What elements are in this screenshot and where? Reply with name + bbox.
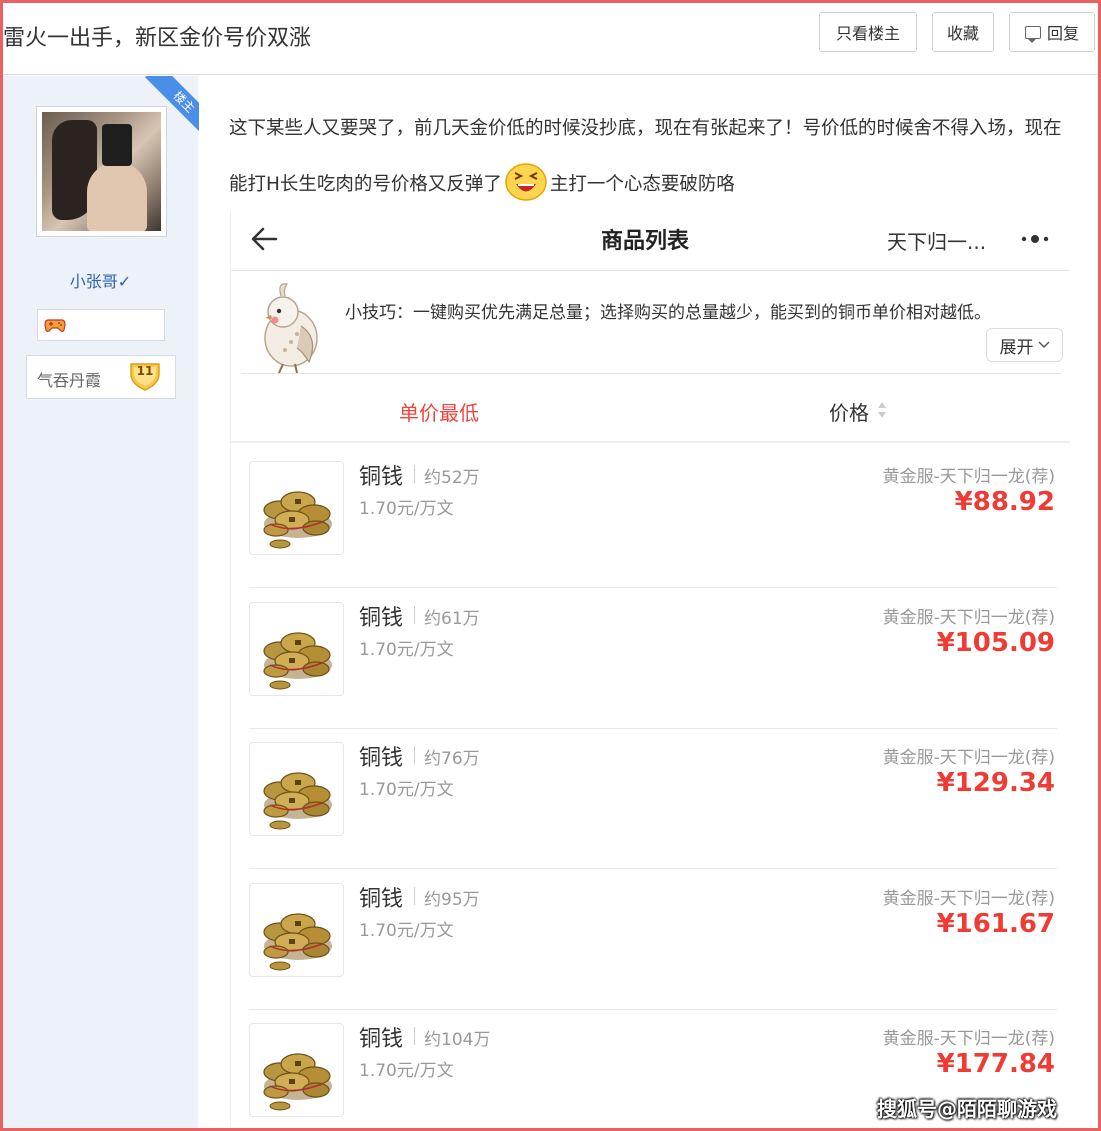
post-content: 这下某些人又要哭了，前几天金价低的时候没抄底，现在有张起来了！号价低的时候舍不得… — [229, 101, 1079, 213]
item-unit-price: 1.70元/万文 — [359, 1061, 454, 1081]
separator — [414, 746, 415, 764]
server-selector[interactable]: 天下归一... — [887, 226, 986, 255]
level-box: 气吞丹霞 11 — [26, 355, 176, 399]
separator — [414, 1027, 415, 1045]
sort-price-tab[interactable]: 价格 — [829, 397, 869, 426]
item-quantity: 约76万 — [424, 749, 480, 769]
item-unit-price: 1.70元/万文 — [359, 499, 454, 519]
item-unit-price: 1.70元/万文 — [359, 780, 454, 800]
reply-button[interactable]: 回复 — [1009, 12, 1095, 52]
list-item[interactable]: 铜钱 约61万 1.70元/万文 黄金服-天下归一龙(荐) ¥105.09 — [249, 588, 1057, 729]
item-name: 铜钱 — [359, 886, 404, 912]
watermark: 搜狐号@陌陌聊游戏 — [877, 1097, 1057, 1121]
post-text-2: 主打一个心态要破防咯 — [549, 174, 735, 195]
list-item[interactable]: 铜钱 约52万 1.70元/万文 黄金服-天下归一龙(荐) ¥88.92 — [249, 447, 1057, 588]
tip-banner: 小技巧：一键购买优先满足总量；选择购买的总量越少，能买到的铜币单价相对越低。 展… — [241, 274, 1063, 374]
list-item[interactable]: 铜钱 约95万 1.70元/万文 黄金服-天下归一龙(荐) ¥161.67 — [249, 869, 1057, 1010]
separator — [414, 465, 415, 483]
comment-icon — [1024, 25, 1041, 43]
item-unit-price: 1.70元/万文 — [359, 639, 454, 660]
tip-text: 小技巧：一键购买优先满足总量；选择购买的总量越少，能买到的铜币单价相对越低。 — [345, 303, 991, 323]
back-arrow-icon[interactable] — [249, 225, 279, 253]
embedded-screenshot: 商品列表 天下归一... 小技巧：一键购买优先满足总量；选择购买的总量越少，能买… — [230, 211, 1070, 1128]
thread-title: 雷火一出手，新区金价号价双涨 — [3, 26, 312, 51]
item-quantity: 约52万 — [424, 468, 480, 488]
author-sidebar: 楼主 小张哥✓ 气吞丹霞 11 — [3, 76, 199, 1128]
chevron-down-icon — [1037, 341, 1050, 349]
sort-bar: 单价最低 价格 — [231, 375, 1070, 443]
coin-image — [249, 461, 344, 555]
item-server: 黄金服-天下归一龙(荐) — [882, 888, 1055, 909]
username-link[interactable]: 小张哥✓ — [3, 268, 198, 292]
only-owner-button[interactable]: 只看楼主 — [819, 12, 917, 52]
expand-label: 展开 — [999, 337, 1034, 358]
level-badge: 11 — [128, 360, 162, 392]
item-quantity: 约104万 — [424, 1030, 491, 1050]
item-price: ¥161.67 — [936, 908, 1055, 939]
item-quantity: 约95万 — [424, 889, 480, 910]
avatar[interactable] — [36, 106, 167, 237]
level-name: 气吞丹霞 — [37, 371, 102, 390]
separator — [414, 886, 415, 905]
coin-image — [249, 742, 344, 836]
only-owner-label: 只看楼主 — [835, 24, 900, 43]
item-price: ¥88.92 — [954, 487, 1055, 517]
item-name: 铜钱 — [359, 465, 404, 490]
coin-image — [249, 601, 344, 696]
expand-button[interactable]: 展开 — [986, 328, 1063, 362]
item-server: 黄金服-天下归一龙(荐) — [882, 467, 1055, 487]
coin-image — [249, 882, 344, 977]
sort-lowest-unit-price-tab[interactable]: 单价最低 — [399, 397, 479, 426]
coin-image — [249, 1023, 344, 1117]
item-price: ¥129.34 — [936, 768, 1055, 798]
laugh-emoji-icon — [505, 163, 547, 201]
separator — [414, 605, 415, 624]
medal-box — [37, 309, 165, 341]
item-price: ¥105.09 — [936, 627, 1055, 658]
app-header: 商品列表 天下归一... — [231, 211, 1070, 271]
gamepad-icon — [44, 319, 66, 332]
sort-arrows-icon — [878, 402, 886, 418]
item-unit-price: 1.70元/万文 — [359, 920, 454, 941]
item-name: 铜钱 — [359, 1027, 404, 1052]
item-server: 黄金服-天下归一龙(荐) — [882, 748, 1055, 768]
item-server: 黄金服-天下归一龙(荐) — [882, 1029, 1055, 1049]
more-icon[interactable] — [1019, 229, 1055, 249]
item-name: 铜钱 — [359, 746, 404, 771]
list-item[interactable]: 铜钱 约76万 1.70元/万文 黄金服-天下归一龙(荐) ¥129.34 — [249, 728, 1057, 869]
level-number: 11 — [136, 364, 154, 378]
favorite-label: 收藏 — [946, 24, 979, 43]
item-price: ¥177.84 — [936, 1049, 1055, 1079]
item-quantity: 约61万 — [424, 608, 480, 629]
app-title: 商品列表 — [601, 229, 690, 254]
page-frame: 雷火一出手，新区金价号价双涨 只看楼主 收藏 回复 楼主 小张哥✓ 气吞丹霞 1… — [0, 0, 1101, 1131]
item-name: 铜钱 — [359, 605, 404, 631]
reply-label: 回复 — [1046, 24, 1079, 43]
thread-header: 雷火一出手，新区金价号价双涨 只看楼主 收藏 回复 — [3, 3, 1098, 75]
favorite-button[interactable]: 收藏 — [932, 12, 994, 52]
avatar-photo — [42, 112, 161, 231]
item-server: 黄金服-天下归一龙(荐) — [882, 607, 1055, 628]
bird-mascot-icon — [264, 283, 318, 374]
